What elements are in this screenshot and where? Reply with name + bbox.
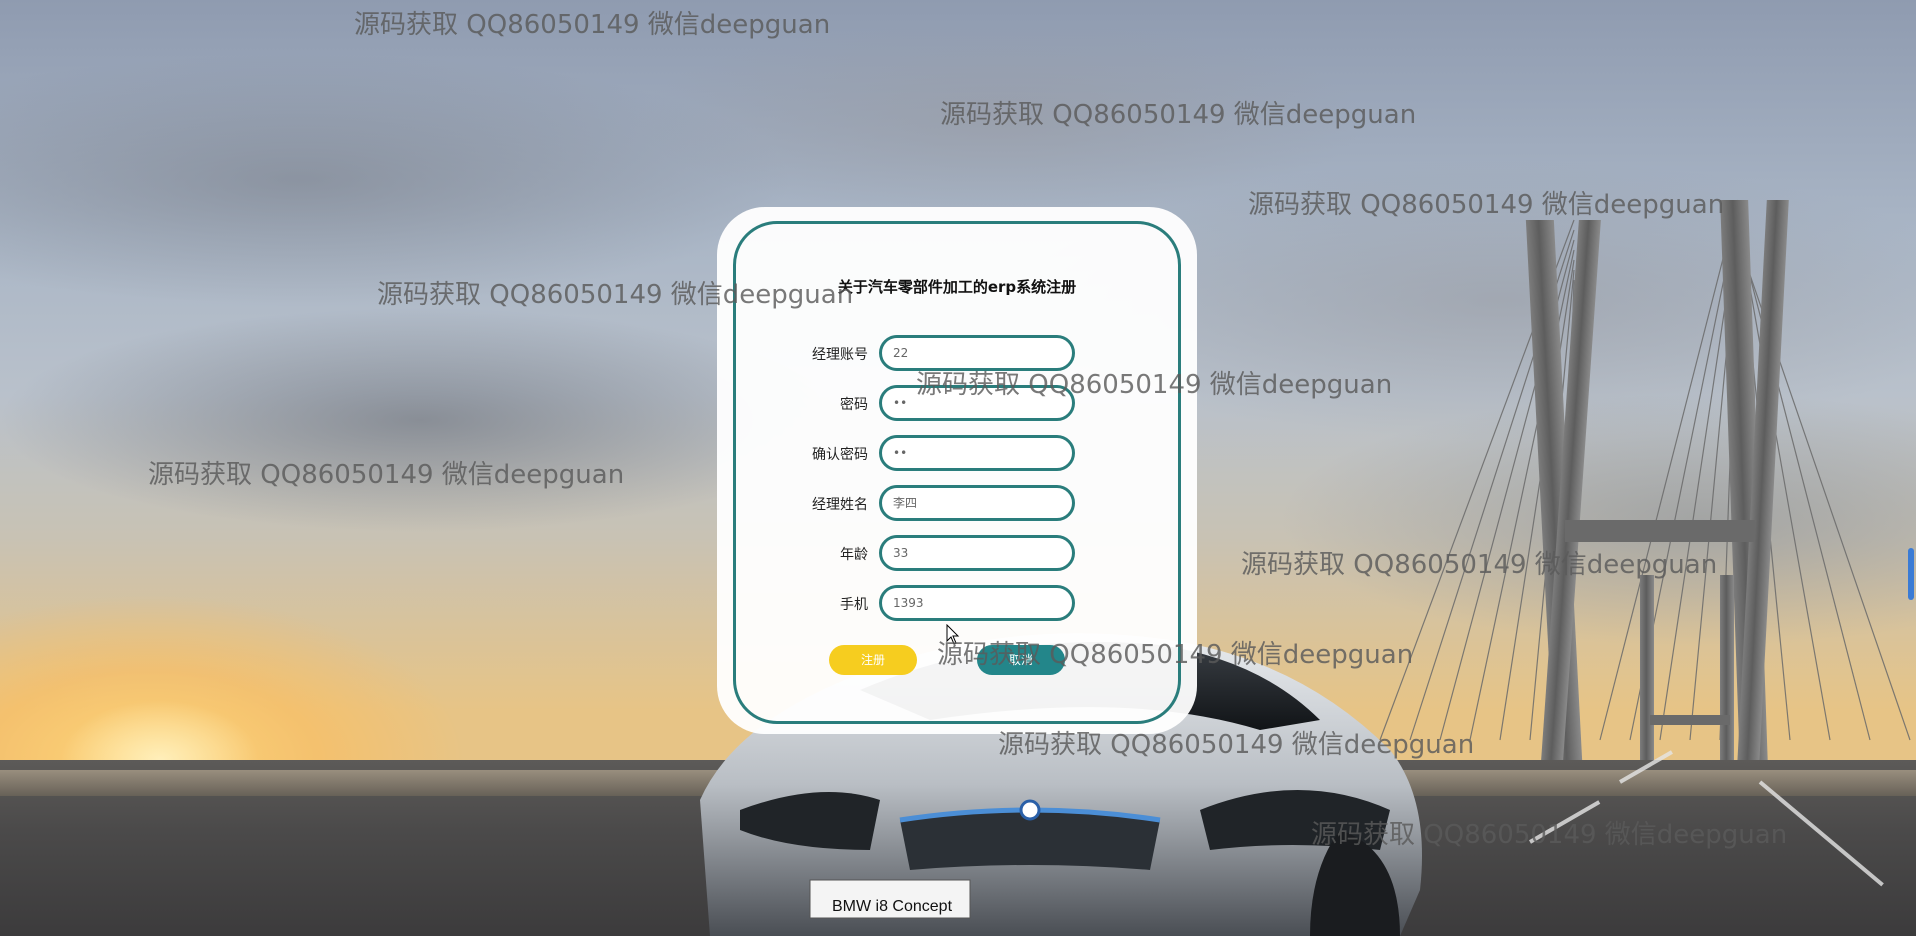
- mouse-cursor-icon: [946, 624, 960, 645]
- bridge-pylon-far-b: [1720, 575, 1734, 760]
- bridge-crossbeam: [1565, 520, 1755, 542]
- confirm-password-label: 确认密码: [812, 447, 868, 463]
- scrollbar-thumb[interactable]: [1908, 548, 1914, 600]
- password-input[interactable]: ••: [879, 385, 1075, 421]
- bridge-cables: [1379, 199, 1911, 741]
- car-badge: BMW i8 Concept: [831, 898, 953, 915]
- phone-label: 手机: [840, 597, 868, 613]
- bridge-pylon-far: [1640, 575, 1654, 760]
- confirm-password-input[interactable]: ••: [879, 435, 1075, 471]
- cancel-button[interactable]: 取消: [977, 645, 1065, 675]
- phone-input[interactable]: 1393: [879, 585, 1075, 621]
- password-label: 密码: [840, 397, 868, 413]
- account-input[interactable]: 22: [879, 335, 1075, 371]
- dialog-title: 关于汽车零部件加工的erp系统注册: [837, 278, 1077, 296]
- bridge-crossbeam-far: [1650, 715, 1730, 725]
- dialog-border: 关于汽车零部件加工的erp系统注册: [733, 221, 1181, 724]
- age-input[interactable]: 33: [879, 535, 1075, 571]
- manager-name-input[interactable]: 李四: [879, 485, 1075, 521]
- register-button[interactable]: 注册: [829, 645, 917, 675]
- page: BMW i8 Concept 关于汽车零部件加工的erp系统注册 经理账号 22…: [0, 0, 1916, 936]
- account-label: 经理账号: [812, 347, 868, 363]
- age-label: 年龄: [840, 547, 868, 563]
- manager-name-label: 经理姓名: [812, 497, 868, 513]
